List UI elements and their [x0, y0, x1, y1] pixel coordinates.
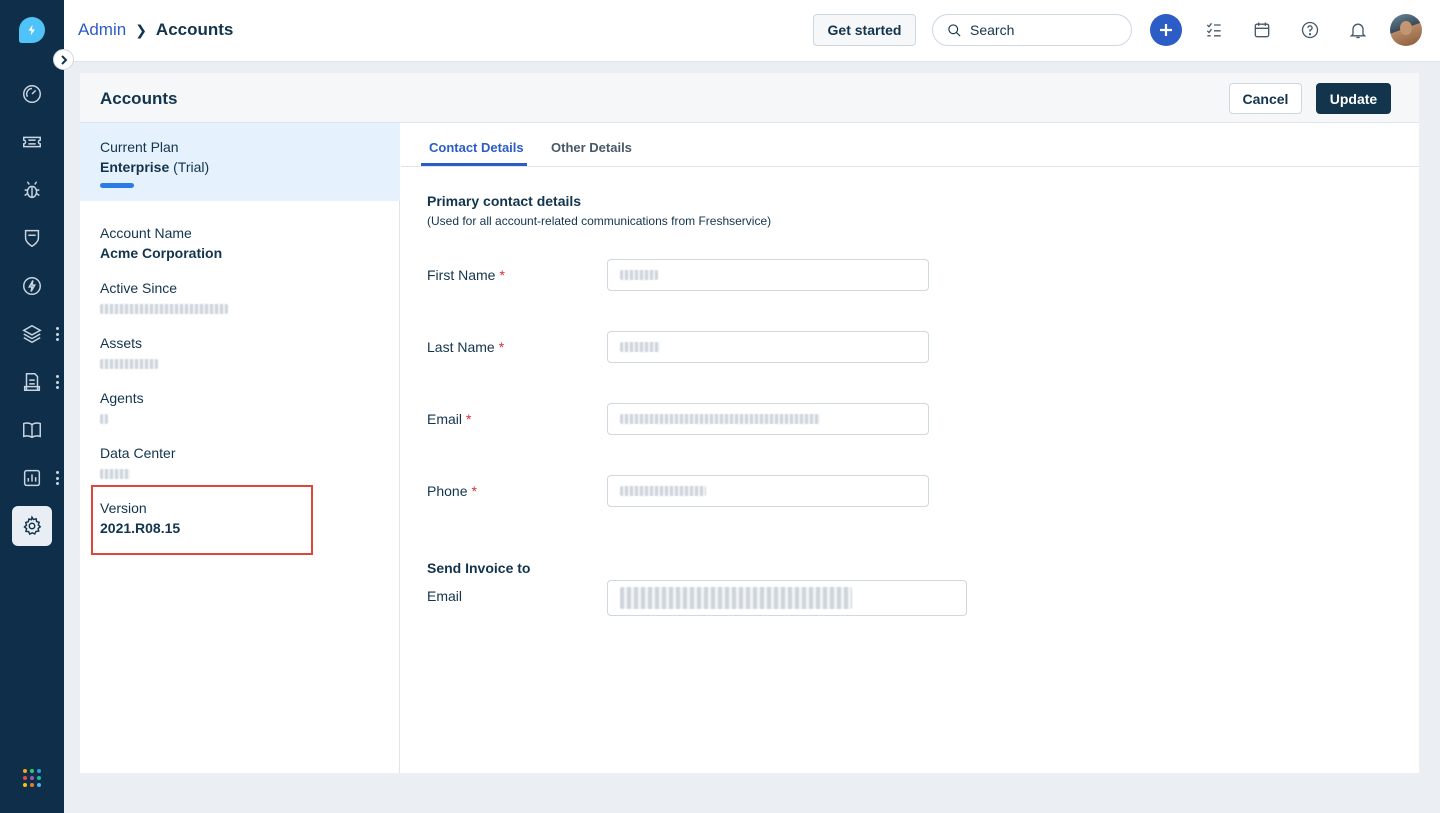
- active-since-item: Active Since: [100, 280, 228, 317]
- bug-icon[interactable]: [20, 178, 44, 202]
- invoice-email-label: Email: [427, 588, 463, 604]
- accounts-card: Accounts Cancel Update Current Plan Ente…: [80, 73, 1419, 773]
- lightning-logo-icon[interactable]: [19, 17, 45, 43]
- avatar[interactable]: [1390, 14, 1422, 46]
- required-mark: *: [471, 483, 477, 499]
- required-mark: *: [466, 411, 472, 427]
- expand-nav-button[interactable]: [53, 49, 74, 70]
- reports-icon[interactable]: [20, 466, 44, 490]
- tabs: Contact Details Other Details: [401, 123, 1419, 167]
- tab-contact-details[interactable]: Contact Details: [429, 140, 524, 155]
- required-mark: *: [499, 267, 505, 283]
- checklist-icon[interactable]: [1200, 16, 1228, 44]
- book-icon[interactable]: [20, 418, 44, 442]
- data-center-label: Data Center: [100, 445, 176, 461]
- email-value-redacted: [620, 414, 820, 424]
- first-name-label: First Name *: [427, 267, 505, 283]
- data-center-value-redacted: [100, 469, 130, 479]
- help-icon[interactable]: [1296, 16, 1324, 44]
- plan-name: Enterprise: [100, 159, 170, 175]
- cancel-button[interactable]: Cancel: [1229, 83, 1302, 114]
- last-name-field[interactable]: [607, 331, 929, 363]
- reports-more-icon[interactable]: [54, 471, 60, 485]
- gear-icon[interactable]: [12, 506, 52, 546]
- version-highlight-box: [91, 485, 313, 555]
- current-plan-box: Current Plan Enterprise (Trial): [80, 123, 400, 201]
- plus-icon: [1160, 24, 1172, 36]
- active-since-value-redacted: [100, 304, 228, 314]
- card-header: Accounts Cancel Update: [80, 73, 1419, 123]
- assets-item: Assets: [100, 335, 158, 372]
- apps-grid-icon[interactable]: [23, 769, 41, 787]
- search-icon: [948, 23, 961, 37]
- active-tab-indicator: [421, 163, 527, 166]
- last-name-value-redacted: [620, 342, 660, 352]
- top-header: Admin ❯ Accounts Get started Search: [64, 0, 1440, 62]
- chevron-right-icon: ❯: [135, 21, 147, 38]
- assets-value-redacted: [100, 359, 158, 369]
- phone-label: Phone *: [427, 483, 477, 499]
- invoice-email-value-redacted: [620, 587, 852, 609]
- data-center-item: Data Center: [100, 445, 175, 482]
- tab-other-details[interactable]: Other Details: [551, 140, 632, 155]
- agents-value-redacted: [100, 414, 108, 424]
- breadcrumb: Admin ❯ Accounts: [78, 20, 233, 40]
- invoice-email-field[interactable]: [607, 580, 967, 616]
- agents-label: Agents: [100, 390, 144, 406]
- inventory-more-icon[interactable]: [54, 375, 60, 389]
- current-plan-value: Enterprise (Trial): [100, 159, 209, 175]
- last-name-label-text: Last Name: [427, 339, 495, 355]
- last-name-label: Last Name *: [427, 339, 504, 355]
- email-field[interactable]: [607, 403, 929, 435]
- current-plan-label: Current Plan: [100, 139, 179, 155]
- phone-field[interactable]: [607, 475, 929, 507]
- breadcrumb-current: Accounts: [155, 20, 234, 39]
- new-item-button[interactable]: [1150, 14, 1182, 46]
- email-label: Email *: [427, 411, 471, 427]
- layers-icon[interactable]: [20, 322, 44, 346]
- primary-contact-title: Primary contact details: [427, 193, 582, 209]
- first-name-label-text: First Name: [427, 267, 496, 283]
- active-since-label: Active Since: [100, 280, 178, 296]
- account-name-item: Account Name Acme Corporation: [100, 225, 222, 261]
- calendar-icon[interactable]: [1248, 16, 1276, 44]
- dashboard-icon[interactable]: [20, 82, 44, 106]
- plan-progress-bar: [100, 183, 134, 188]
- breadcrumb-admin-link[interactable]: Admin: [78, 20, 126, 40]
- primary-contact-subtitle: (Used for all account-related communicat…: [427, 214, 772, 228]
- phone-value-redacted: [620, 486, 706, 496]
- agents-item: Agents: [100, 390, 144, 427]
- first-name-field[interactable]: [607, 259, 929, 291]
- first-name-value-redacted: [620, 270, 658, 280]
- bell-icon[interactable]: [1344, 16, 1372, 44]
- assets-label: Assets: [100, 335, 143, 351]
- update-button[interactable]: Update: [1316, 83, 1391, 114]
- layers-more-icon[interactable]: [54, 327, 60, 341]
- get-started-button[interactable]: Get started: [813, 14, 916, 46]
- left-nav: [0, 0, 64, 813]
- search-placeholder: Search: [970, 22, 1015, 38]
- email-label-text: Email: [427, 411, 463, 427]
- plan-suffix: (Trial): [173, 159, 210, 175]
- shield-icon[interactable]: [20, 226, 44, 250]
- account-name-label: Account Name: [100, 225, 192, 241]
- bolt-icon[interactable]: [20, 274, 44, 298]
- search-input[interactable]: Search: [932, 14, 1132, 46]
- required-mark: *: [498, 339, 505, 355]
- send-invoice-title: Send Invoice to: [427, 560, 531, 576]
- contact-details-panel: Contact Details Other Details Primary co…: [401, 123, 1419, 773]
- account-summary-panel: Current Plan Enterprise (Trial) Account …: [80, 123, 400, 773]
- account-name-value: Acme Corporation: [100, 245, 223, 261]
- ticket-icon[interactable]: [20, 130, 44, 154]
- phone-label-text: Phone: [427, 483, 468, 499]
- chevron-right-icon: [60, 54, 67, 65]
- page-title: Accounts: [100, 89, 178, 108]
- inventory-icon[interactable]: [20, 370, 44, 394]
